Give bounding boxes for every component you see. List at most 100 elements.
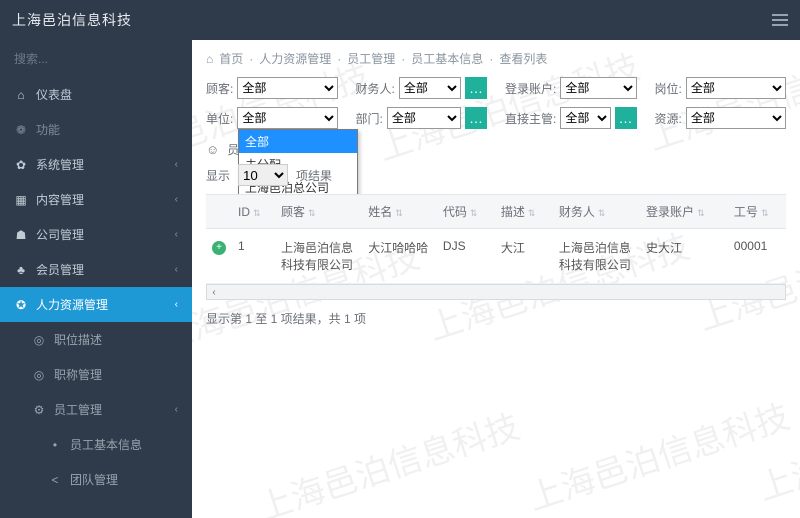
home-icon[interactable]: ⌂ — [206, 52, 213, 66]
sidebar-item-company[interactable]: ☗公司管理‹ — [0, 217, 192, 252]
col-desc[interactable]: 描述⇅ — [495, 195, 553, 229]
function-icon: ❁ — [14, 123, 28, 137]
breadcrumb-item[interactable]: 首页 — [219, 50, 243, 67]
scroll-left-icon[interactable]: ‹ — [207, 287, 221, 298]
filter-finance-select[interactable]: 全部 — [399, 77, 461, 99]
filter-label: 直接主管: — [505, 110, 556, 127]
sidebar-label: 内容管理 — [36, 191, 84, 208]
filter-dept: 部门: 全部 … — [356, 107, 488, 129]
cell-customer: 上海邑泊信息科技有限公司 — [275, 229, 362, 284]
sort-icon: ⇅ — [528, 208, 536, 218]
title-icon: ◎ — [32, 368, 46, 382]
cell-id: 1 — [232, 229, 275, 284]
filter-label: 岗位: — [655, 80, 682, 97]
table-info: 显示第 1 至 1 项结果，共 1 项 — [206, 310, 786, 327]
expand-icon[interactable]: + — [212, 241, 226, 255]
filter-label: 登录账户: — [505, 80, 556, 97]
sidebar-item-content[interactable]: ▦ 内容管理 ‹ — [0, 182, 192, 217]
breadcrumb: ⌂ 首页· 人力资源管理· 员工管理· 员工基本信息· 查看列表 — [206, 50, 786, 67]
search-input[interactable]: 搜索... — [0, 40, 192, 71]
toolbar-label: 员 — [227, 141, 239, 158]
filter-dept-select[interactable]: 全部 — [387, 107, 461, 129]
brand-title: 上海邑泊信息科技 — [12, 10, 132, 30]
sidebar: 搜索... ⌂仪表盘 ❁功能 ✿系统管理‹ ▦内容管理‹ ☗公司管理‹ ♣会员管… — [0, 40, 192, 518]
dot-icon: • — [48, 438, 62, 452]
watermark: 上海邑泊信息科技 — [521, 389, 795, 518]
watermark: 上海邑泊信息科技 — [251, 399, 525, 518]
ellipsis-button[interactable]: … — [465, 107, 487, 129]
filter-post-select[interactable]: 全部 — [686, 77, 786, 99]
sort-icon: ⇅ — [470, 208, 478, 218]
sidebar-item-system[interactable]: ✿系统管理‹ — [0, 147, 192, 182]
chevron-left-icon: ‹ — [175, 404, 178, 415]
col-name[interactable]: 姓名⇅ — [362, 195, 437, 229]
col-finance[interactable]: 财务人⇅ — [553, 195, 640, 229]
horizontal-scrollbar[interactable]: ‹ — [206, 284, 786, 300]
sidebar-sub2-label: 员工基本信息 — [70, 436, 142, 453]
staff-icon: ⚙ — [32, 403, 46, 417]
filter-supervisor-select[interactable]: 全部 — [560, 107, 610, 129]
breadcrumb-item[interactable]: 人力资源管理 — [259, 50, 331, 67]
ellipsis-button[interactable]: … — [615, 107, 637, 129]
user-icon[interactable]: ☺ — [206, 142, 219, 157]
sidebar-sub2-label: 团队管理 — [70, 471, 118, 488]
topbar: 上海邑泊信息科技 — [0, 0, 800, 40]
sort-icon: ⇅ — [308, 208, 316, 218]
hr-icon: ✪ — [14, 298, 28, 312]
toolbar: ☺ 员 — [206, 141, 786, 158]
sidebar-label: 公司管理 — [36, 226, 84, 243]
watermark: 上海邑泊信息科技 — [751, 379, 800, 510]
col-customer[interactable]: 顾客⇅ — [275, 195, 362, 229]
col-empno[interactable]: 工号⇅ — [728, 195, 786, 229]
sort-icon: ⇅ — [697, 208, 705, 218]
breadcrumb-item[interactable]: 员工管理 — [347, 50, 395, 67]
main-content: 上海邑泊信息科技 上海邑泊信息科技 上海邑泊信息科技 上海邑泊信息科技 上海邑泊… — [192, 40, 800, 518]
sidebar-sub-title[interactable]: ◎ 职称管理 — [0, 357, 192, 392]
sidebar-item-hr[interactable]: ✪ 人力资源管理 ‹ — [0, 287, 192, 322]
chevron-left-icon: ‹ — [175, 159, 178, 170]
sidebar-sub2-basicinfo[interactable]: • 员工基本信息 — [0, 427, 192, 462]
ellipsis-button[interactable]: … — [465, 77, 487, 99]
sidebar-sub-position[interactable]: ◎职位描述 — [0, 322, 192, 357]
home-icon: ⌂ — [14, 88, 28, 102]
col-code[interactable]: 代码⇅ — [437, 195, 495, 229]
sort-icon: ⇅ — [761, 208, 769, 218]
chevron-left-icon: ‹ — [175, 299, 178, 310]
filter-resource-select[interactable]: 全部 — [686, 107, 786, 129]
sidebar-label: 会员管理 — [36, 261, 84, 278]
data-table: ID⇅ 顾客⇅ 姓名⇅ 代码⇅ 描述⇅ 财务人⇅ 登录账户⇅ 工号⇅ + — [206, 194, 786, 300]
col-account[interactable]: 登录账户⇅ — [640, 195, 728, 229]
content-icon: ▦ — [14, 193, 28, 207]
filter-unit-select[interactable]: 全部 — [237, 107, 337, 129]
sort-icon: ⇅ — [253, 208, 261, 218]
table-row[interactable]: + 1 上海邑泊信息科技有限公司 大江哈哈哈 DJS 大江 上海邑泊信息科技有限… — [206, 229, 786, 284]
filter-account-select[interactable]: 全部 — [560, 77, 636, 99]
show-prefix: 显示 — [206, 167, 230, 184]
breadcrumb-item[interactable]: 查看列表 — [499, 50, 547, 67]
sort-icon: ⇅ — [598, 208, 606, 218]
sidebar-label: 功能 — [36, 121, 60, 138]
filter-customer-select[interactable]: 全部 — [237, 77, 337, 99]
cell-code: DJS — [437, 229, 495, 284]
cell-account: 史大江 — [640, 229, 728, 284]
breadcrumb-item[interactable]: 员工基本信息 — [411, 50, 483, 67]
sidebar-sub2-team[interactable]: <团队管理 — [0, 462, 192, 497]
sidebar-item-dashboard[interactable]: ⌂仪表盘 — [0, 77, 192, 112]
show-entries-select[interactable]: 10 — [238, 164, 288, 186]
filter-label: 顾客: — [206, 80, 233, 97]
sidebar-item-member[interactable]: ♣会员管理‹ — [0, 252, 192, 287]
col-id[interactable]: ID⇅ — [232, 195, 275, 229]
sidebar-label: 人力资源管理 — [36, 296, 108, 313]
filter-label: 部门: — [356, 110, 383, 127]
chevron-left-icon: ‹ — [175, 264, 178, 275]
chevron-left-icon: ‹ — [175, 194, 178, 205]
sidebar-sub-label: 职称管理 — [54, 366, 102, 383]
sidebar-sub-staff[interactable]: ⚙ 员工管理 ‹ — [0, 392, 192, 427]
filter-supervisor: 直接主管: 全部 … — [505, 107, 637, 129]
sidebar-sub-label: 员工管理 — [54, 401, 102, 418]
system-icon: ✿ — [14, 158, 28, 172]
sidebar-item-function[interactable]: ❁ 功能 — [0, 112, 192, 147]
filter-label: 单位: — [206, 110, 233, 127]
hamburger-icon[interactable] — [772, 14, 788, 26]
cell-desc: 大江 — [495, 229, 553, 284]
